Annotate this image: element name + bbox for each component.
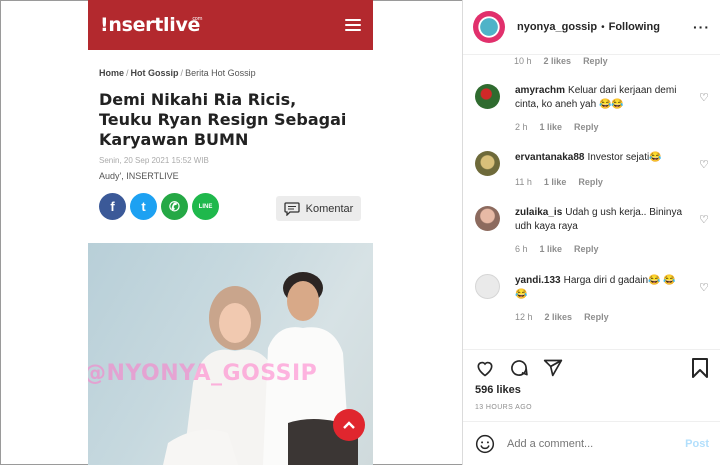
watermark-text: @NYONYA_GOSSIP [88,361,318,386]
emoji-icon[interactable] [475,434,495,454]
comment-input[interactable] [507,437,667,450]
comment-likes[interactable]: 1 like [544,177,567,187]
comment-time: 2 h [515,122,528,132]
menu-icon[interactable] [345,19,361,31]
komentar-button[interactable]: Komentar [276,196,361,221]
post-header: nyonya_gossip • Following ··· [463,0,720,55]
comment-likes[interactable]: 1 like [540,122,563,132]
avatar[interactable] [475,84,500,109]
comment-icon[interactable] [509,358,529,378]
instagram-panel: nyonya_gossip • Following ··· 10 h 2 lik… [462,0,720,465]
comment-username[interactable]: ervantanaka88 [515,152,585,163]
article-photo: @NYONYA_GOSSIP [88,243,373,465]
bookmark-icon[interactable] [691,358,709,378]
share-buttons: f t ✆ LINE [99,193,219,220]
whatsapp-icon[interactable]: ✆ [161,193,188,220]
heart-icon[interactable]: ♡ [699,281,709,294]
reply-button[interactable]: Reply [574,244,599,254]
comment-time: 11 h [515,177,532,187]
site-header: !nsertlive com [88,0,373,50]
heart-icon[interactable]: ♡ [699,158,709,171]
reply-button[interactable]: Reply [583,56,608,66]
comment-meta: 12 h 2 likes Reply [515,312,609,322]
comment-text: ervantanaka88 Investor sejati😂 [515,151,683,165]
breadcrumb-home[interactable]: Home [99,68,124,78]
reply-button[interactable]: Reply [574,122,599,132]
comment-meta: 11 h 1 like Reply [515,177,603,187]
comment-text: zulaika_is Udah g ush kerja.. Bininya udh… [515,206,683,234]
comment-username[interactable]: zulaika_is [515,207,562,218]
reply-button[interactable]: Reply [578,177,603,187]
add-comment-bar: Post [463,421,720,465]
comment-time: 10 h [514,56,532,66]
comment-meta: 10 h 2 likes Reply [514,56,608,66]
avatar[interactable] [475,206,500,231]
comment-time: 6 h [515,244,528,254]
scroll-top-button[interactable] [333,409,365,441]
comment-username[interactable]: yandi.133 [515,275,561,286]
comment-time: 12 h [515,312,533,322]
couple-photo-illustration [163,272,358,465]
post-actions: 596 likes 13 HOURS AGO [463,349,720,427]
username[interactable]: nyonya_gossip [517,21,597,33]
heart-icon[interactable]: ♡ [699,213,709,226]
share-icon[interactable] [543,358,563,378]
avatar[interactable] [475,151,500,176]
comment-meta: 6 h 1 like Reply [515,244,599,254]
post-time: 13 HOURS AGO [475,404,532,411]
comment-likes[interactable]: 2 likes [544,56,572,66]
comment-text: yandi.133 Harga diri d gadain😂 😂😂 [515,274,683,302]
article-date: Senin, 20 Sep 2021 15:52 WIB [99,156,209,165]
article-author: Audy', INSERTLIVE [99,171,179,181]
breadcrumb-berita[interactable]: Berita Hot Gossip [185,68,256,78]
comment-username[interactable]: amyrachm [515,85,565,96]
avatar[interactable] [473,11,505,43]
site-logo[interactable]: !nsertlive com [100,14,203,36]
comment-meta: 2 h 1 like Reply [515,122,599,132]
separator-dot: • [601,21,605,33]
logo-text: !nsertlive [100,14,201,36]
avatar[interactable] [475,274,500,299]
comment-likes[interactable]: 1 like [540,244,563,254]
post-button[interactable]: Post [685,438,709,450]
breadcrumb-hot-gossip[interactable]: Hot Gossip [131,68,179,78]
twitter-icon[interactable]: t [130,193,157,220]
likes-count[interactable]: 596 likes [475,384,521,396]
reply-button[interactable]: Reply [584,312,609,322]
chevron-up-icon [343,421,355,429]
komentar-label: Komentar [305,202,354,215]
article-panel: !nsertlive com Home / Hot Gossip / Berita Hot… [88,0,373,465]
facebook-icon[interactable]: f [99,193,126,220]
breadcrumb: Home / Hot Gossip / Berita Hot Gossip [99,68,256,78]
more-options-icon[interactable]: ··· [693,19,710,35]
line-icon[interactable]: LINE [192,193,219,220]
comment-likes[interactable]: 2 likes [545,312,573,322]
heart-icon[interactable] [475,358,495,378]
article-headline: Demi Nikahi Ria Ricis, Teuku Ryan Resign… [99,90,347,149]
comment-text: amyrachm Keluar dari kerjaan demi cinta, … [515,84,683,112]
comment-content: Investor sejati😂 [587,152,662,163]
comment-bubble-icon [283,201,300,216]
logo-sup: com [192,16,203,22]
following-button[interactable]: Following [609,21,660,33]
heart-icon[interactable]: ♡ [699,91,709,104]
